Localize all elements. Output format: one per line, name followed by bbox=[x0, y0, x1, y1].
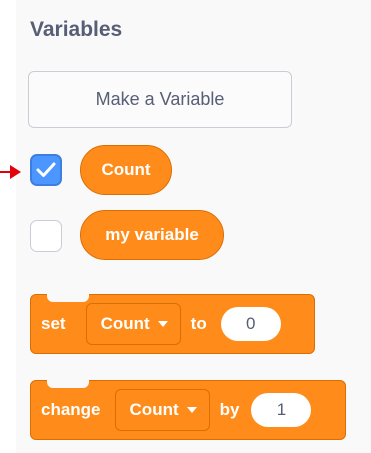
change-block-value-input[interactable]: 1 bbox=[251, 393, 312, 427]
change-block-preposition: by bbox=[219, 400, 240, 419]
block-notch bbox=[47, 293, 89, 302]
caret-down-icon bbox=[186, 407, 197, 413]
set-block-variable-dropdown[interactable]: Count bbox=[85, 303, 181, 345]
variable-reporter-label: my variable bbox=[105, 225, 199, 244]
change-variable-block[interactable]: change Count by 1 bbox=[30, 379, 346, 440]
set-block-value-input[interactable]: 0 bbox=[220, 307, 281, 341]
variable-checkbox-count[interactable] bbox=[30, 154, 62, 186]
variable-reporter-count[interactable]: Count bbox=[80, 145, 172, 195]
make-variable-button[interactable]: Make a Variable bbox=[28, 71, 292, 128]
set-block-preposition: to bbox=[190, 314, 207, 333]
variable-reporter-label: Count bbox=[101, 160, 151, 179]
variable-reporter-my-variable[interactable]: my variable bbox=[80, 210, 224, 260]
set-block-keyword: set bbox=[41, 314, 66, 333]
caret-down-icon bbox=[157, 321, 168, 327]
change-block-variable-dropdown[interactable]: Count bbox=[114, 389, 210, 431]
change-block-variable-name: Count bbox=[129, 400, 179, 419]
make-variable-label: Make a Variable bbox=[95, 89, 225, 109]
set-block-variable-name: Count bbox=[100, 314, 150, 333]
set-variable-block[interactable]: set Count to 0 bbox=[30, 293, 315, 354]
arrow-right-icon bbox=[0, 165, 21, 179]
block-notch bbox=[47, 379, 89, 388]
checkmark-icon bbox=[36, 162, 56, 177]
change-block-keyword: change bbox=[41, 400, 101, 419]
variable-checkbox-my-variable[interactable] bbox=[30, 220, 62, 252]
category-title: Variables bbox=[30, 18, 123, 41]
